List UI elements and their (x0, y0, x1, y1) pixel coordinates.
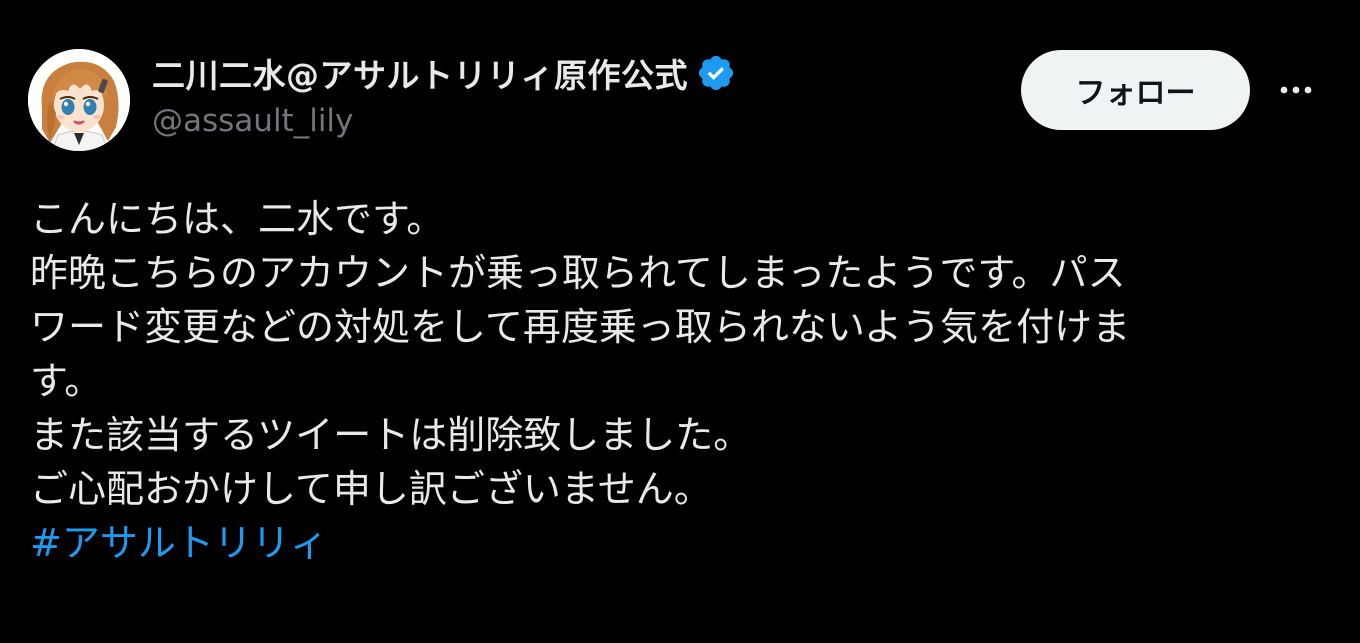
anime-girl-avatar-icon (28, 49, 130, 151)
more-options-icon (1280, 86, 1312, 94)
hashtag-link[interactable]: #アサルトリリィ (30, 516, 328, 570)
verified-badge-icon[interactable] (696, 53, 736, 93)
author-display-name[interactable]: 二川二水@アサルトリリィ原作公式 (152, 49, 688, 97)
more-options-button[interactable] (1268, 70, 1324, 110)
author-handle[interactable]: @assault_lily (152, 103, 353, 139)
tweet-card: 二川二水@アサルトリリィ原作公式 @assault_lily フォロー こんにち… (0, 0, 1360, 643)
tweet-line: す。 (30, 359, 103, 403)
avatar[interactable] (28, 49, 130, 151)
tweet-line: また該当するツイートは削除致しました。 (30, 413, 752, 457)
author-name-row: 二川二水@アサルトリリィ原作公式 (152, 50, 736, 96)
tweet-text: こんにちは、二水です。 昨晩こちらのアカウントが乗っ取られてしまったようです。パ… (30, 192, 1290, 570)
tweet-line: ワード変更などの対処をして再度乗っ取られないよう気を付けま (30, 305, 1131, 349)
tweet-line: こんにちは、二水です。 (30, 197, 445, 241)
tweet-line: 昨晩こちらのアカウントが乗っ取られてしまったようです。パス (30, 251, 1126, 295)
tweet-line: ご心配おかけして申し訳ございません。 (30, 467, 712, 511)
follow-button[interactable]: フォロー (1021, 50, 1250, 130)
